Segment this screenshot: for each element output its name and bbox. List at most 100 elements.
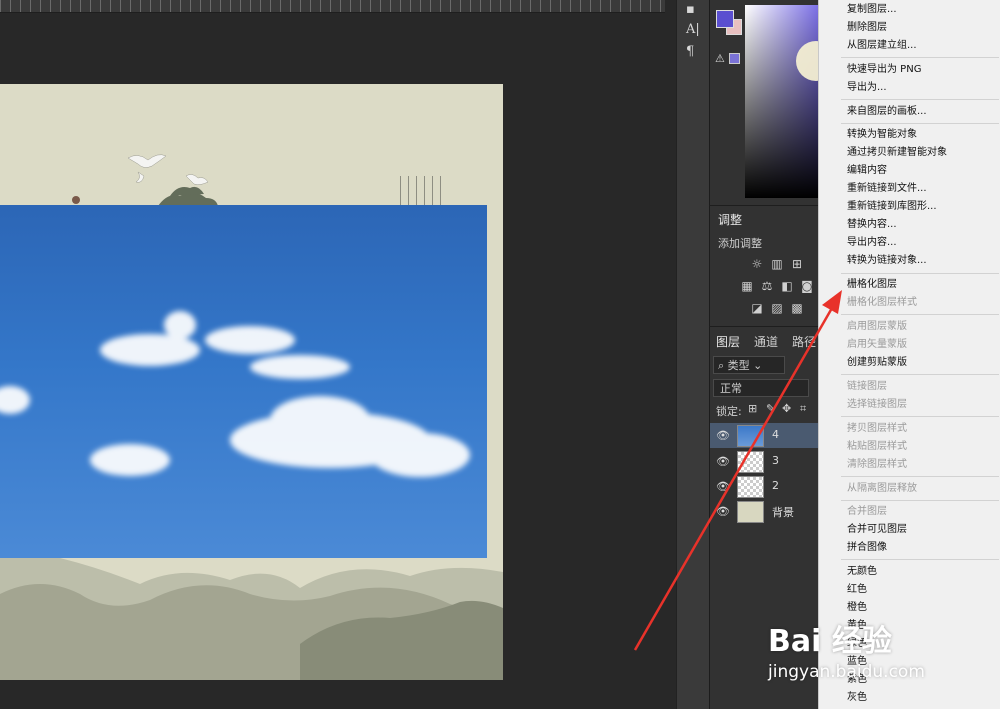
invert-icon[interactable]: ◪ [750,302,764,314]
menu-item[interactable]: 重新链接到库图形... [847,200,937,214]
menu-item: 选择链接图层 [847,399,907,410]
gamut-color-swatch[interactable] [729,53,740,64]
baidu-watermark: Bai 经验 jingyan.baidu.com [768,616,950,686]
menu-item[interactable]: 拼合图像 [847,541,887,555]
tool-strip: ▪ A| ¶ [676,0,709,709]
horizontal-ruler [0,0,665,13]
sky-layer-image[interactable] [0,205,487,558]
tab-layers[interactable]: 图层 [716,333,740,350]
threshold-icon[interactable]: ▩ [790,302,804,314]
tab-adjustments[interactable]: 调整 [718,211,742,228]
menu-item[interactable]: 快速导出为 PNG [847,63,921,77]
cloud-shapes [0,311,470,477]
menu-item[interactable]: 来自图层的画板... [847,105,927,119]
brightness-icon[interactable]: ☼ [750,258,764,270]
menu-separator [841,57,999,58]
lock-paint-icon[interactable]: ✎ [766,402,775,415]
character-icon[interactable]: A| [686,22,700,37]
layer-thumbnail [737,476,764,498]
menu-item[interactable]: 通过拷贝新建智能对象 [847,146,947,160]
eye-icon[interactable]: 👁 [716,455,730,468]
menu-separator [841,99,999,100]
eye-icon[interactable]: 👁 [716,429,730,442]
mountain-layer [0,554,503,680]
menu-separator [841,314,999,315]
pine-tree-image [158,186,218,206]
menu-item: 粘贴图层样式 [847,441,907,452]
lock-position-icon[interactable]: ✥ [782,402,791,415]
menu-item: 从隔离图层释放 [847,483,917,494]
tab-paths[interactable]: 路径 [792,333,816,350]
hue-icon[interactable]: ▦ [740,280,754,292]
menu-item-rasterize-layer[interactable]: 栅格化图层 [847,278,897,292]
black-white-icon[interactable]: ◧ [780,280,794,292]
watermark-url: jingyan.baidu.com [768,662,925,682]
menu-item[interactable]: 转换为链接对象... [847,254,927,268]
layer-name: 3 [772,454,779,467]
add-adjustment-label: 添加调整 [718,237,762,250]
menu-separator [841,500,999,501]
tool-icon[interactable]: ▪ [686,2,695,17]
menu-item[interactable]: 转换为智能对象 [847,128,917,142]
blend-mode-select[interactable]: 正常 [713,379,809,397]
foreground-color-swatch[interactable] [716,10,734,28]
tab-channels[interactable]: 通道 [754,333,778,350]
menu-item[interactable]: 红色 [847,583,867,597]
menu-item[interactable]: 从图层建立组... [847,39,917,53]
menu-item: 启用矢量蒙版 [847,339,907,350]
layer-name: 背景 [772,506,794,519]
eye-icon[interactable]: 👁 [716,480,730,493]
layer-name: 4 [772,428,779,441]
menu-item: 链接图层 [847,381,887,392]
watermark-logo: Bai 经验 [768,624,892,659]
layer-row[interactable]: 👁 背景 [710,499,818,524]
gamut-warning-icon[interactable]: ⚠ [715,52,725,65]
menu-separator [841,559,999,560]
menu-item[interactable]: 橙色 [847,601,867,615]
menu-item[interactable]: 替换内容... [847,218,897,232]
menu-item: 启用图层蒙版 [847,321,907,332]
menu-separator [841,476,999,477]
layer-row[interactable]: 👁 3 [710,449,818,474]
layer-row[interactable]: 👁 4 [710,423,818,448]
menu-item[interactable]: 导出内容... [847,236,897,250]
layer-thumbnail [737,425,764,447]
menu-separator [841,374,999,375]
color-picker-field[interactable] [745,5,819,198]
menu-item: 清除图层样式 [847,459,907,470]
layer-filter-select[interactable]: ⌕ 类型 ⌄ [713,356,785,374]
blend-mode-label: 正常 [720,382,742,395]
menu-item[interactable]: 导出为... [847,81,887,95]
menu-item: 栅格化图层样式 [847,297,917,308]
layer-row[interactable]: 👁 2 [710,474,818,499]
rock-figure [72,196,80,204]
panel-divider [709,205,819,206]
paragraph-icon[interactable]: ¶ [686,44,694,59]
lock-label: 锁定: [716,405,742,418]
menu-item[interactable]: 删除图层 [847,21,887,35]
menu-item[interactable]: 复制图层... [847,3,897,17]
menu-separator [841,273,999,274]
eye-icon[interactable]: 👁 [716,505,730,518]
layer-context-menu: 复制图层... 删除图层 从图层建立组... 快速导出为 PNG 导出为... … [818,0,1000,709]
menu-item[interactable]: 灰色 [847,691,867,705]
menu-separator [841,123,999,124]
dove-image [127,154,209,185]
layer-thumbnail [737,451,764,473]
curves-icon[interactable]: ⊞ [790,258,804,270]
balance-icon[interactable]: ⚖ [760,280,774,292]
lock-transparent-icon[interactable]: ⊞ [748,402,757,415]
levels-icon[interactable]: ▥ [770,258,784,270]
lock-artboard-icon[interactable]: ⌗ [800,402,806,416]
panel-divider [709,326,819,327]
menu-item[interactable]: 无颜色 [847,565,877,579]
menu-item: 合并图层 [847,506,887,517]
menu-item[interactable]: 合并可见图层 [847,523,907,537]
menu-item[interactable]: 编辑内容 [847,164,887,178]
menu-item: 拷贝图层样式 [847,423,907,434]
menu-item[interactable]: 创建剪贴蒙版 [847,356,907,370]
photo-filter-icon[interactable]: ◙ [800,280,814,292]
menu-separator [841,416,999,417]
menu-item[interactable]: 重新链接到文件... [847,182,927,196]
posterize-icon[interactable]: ▨ [770,302,784,314]
